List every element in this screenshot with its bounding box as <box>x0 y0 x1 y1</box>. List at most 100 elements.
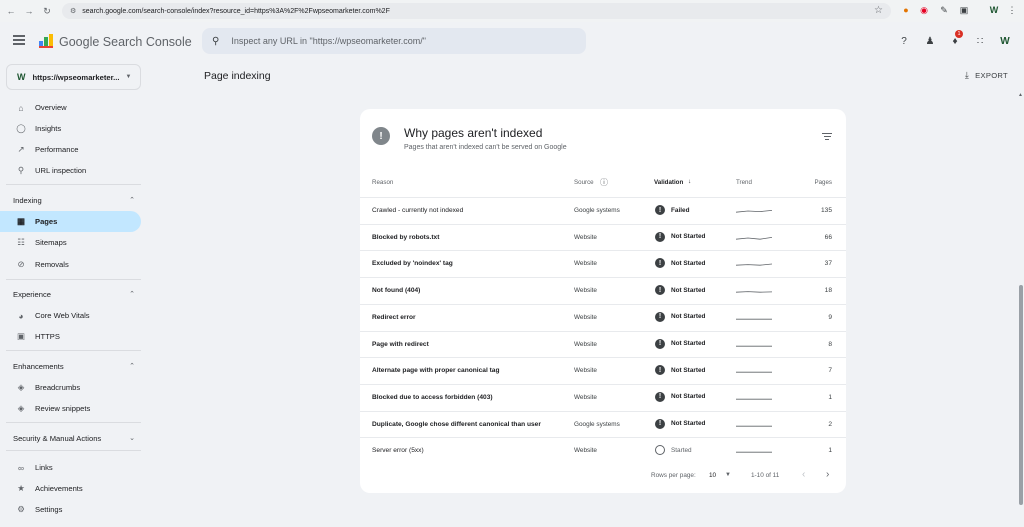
column-reason[interactable]: Reason <box>372 179 393 186</box>
browser-menu-icon[interactable]: ⋮ <box>1006 4 1018 16</box>
status-alert-icon: ! <box>655 338 665 349</box>
export-label: EXPORT <box>975 71 1008 80</box>
account-avatar[interactable]: W <box>998 34 1012 48</box>
sidebar-item-sitemaps[interactable]: ☷ Sitemaps <box>0 232 141 253</box>
section-title: Indexing <box>13 195 42 205</box>
source-cell: Website <box>574 260 597 268</box>
source-cell: Google systems <box>574 420 620 428</box>
clock-icon <box>655 445 665 456</box>
reason-cell: Blocked by robots.txt <box>372 233 440 241</box>
column-trend: Trend <box>736 179 752 186</box>
sidebar-item-settings[interactable]: ⚙ Settings <box>0 499 141 520</box>
notifications-icon[interactable]: ♦ 1 <box>948 30 963 48</box>
divider <box>6 350 141 351</box>
section-title: Experience <box>13 289 51 299</box>
menu-icon[interactable] <box>13 35 25 45</box>
chevron-down-icon[interactable]: ▼ <box>725 472 731 478</box>
url-inspect-search[interactable]: ⚲ Inspect any URL in "https://wpseomarke… <box>202 28 586 54</box>
extension-icon[interactable]: ● <box>900 4 912 16</box>
reason-cell: Crawled - currently not indexed <box>372 207 464 214</box>
reason-cell: Redirect error <box>372 313 416 321</box>
sidebar-item-performance[interactable]: ↗ Performance <box>0 139 141 160</box>
property-selector[interactable]: W https://wpseomarketer... ▼ <box>6 64 141 90</box>
pages-count: 2 <box>828 420 832 428</box>
table-row[interactable]: Page with redirect Website! Not Started 8 <box>360 330 846 358</box>
divider <box>6 184 141 185</box>
browser-toolbar: ← → ↻ ⚙ search.google.com/search-console… <box>0 0 1024 22</box>
profile-icon[interactable]: W <box>988 4 1000 16</box>
extensions-puzzle-icon[interactable]: ▣ <box>958 4 970 16</box>
trend-sparkline <box>736 236 772 240</box>
chevron-up-icon: ⌃ <box>129 197 135 204</box>
sidebar-item-insights[interactable]: ◯ Insights <box>0 118 141 139</box>
bookmark-star-icon[interactable]: ☆ <box>874 5 883 16</box>
export-button[interactable]: ⤓ EXPORT <box>965 70 1008 81</box>
rows-per-page-select[interactable]: 10 <box>709 472 716 479</box>
table-header: Reason Source ⓘ Validation ↓ Trend Pages <box>360 173 846 193</box>
help-icon[interactable]: ? <box>897 34 911 48</box>
apps-grid-icon[interactable]: ∷ <box>973 34 987 48</box>
table-row[interactable]: Duplicate, Google chose different canoni… <box>360 410 846 438</box>
help-circle-icon[interactable]: ⓘ <box>600 177 608 188</box>
site-info-icon[interactable]: ⚙ <box>70 7 76 15</box>
trend-sparkline <box>736 318 772 320</box>
validation-status: Started <box>671 446 692 454</box>
validation-status: Not Started <box>671 286 706 294</box>
back-icon[interactable]: ← <box>4 4 18 18</box>
sidebar-item-https[interactable]: ▣ HTTPS <box>0 326 141 347</box>
sidebar-item-label: Insights <box>35 124 62 133</box>
sidebar-item-removals[interactable]: ⊘ Removals <box>0 254 141 275</box>
trend-line <box>736 291 772 293</box>
sidebar-item-overview[interactable]: ⌂ Overview <box>0 97 141 118</box>
sidebar-item-review-snippets[interactable]: ◈ Review snippets <box>0 398 141 419</box>
table-row[interactable]: Not found (404) Website! Not Started 18 <box>360 277 846 304</box>
table-row[interactable]: Crawled - currently not indexed Google sy… <box>360 197 846 224</box>
reason-cell: Page with redirect <box>372 340 429 348</box>
scrollbar-thumb[interactable] <box>1019 285 1023 505</box>
pen-icon[interactable]: ✎ <box>938 4 950 16</box>
table-row[interactable]: Excluded by 'noindex' tag Website! Not Sta… <box>360 250 846 277</box>
sort-arrow-icon[interactable]: ↓ <box>688 178 691 185</box>
table-row[interactable]: Blocked due to access forbidden (403) Web… <box>360 383 846 411</box>
filter-icon[interactable] <box>822 133 832 141</box>
previous-page-icon[interactable]: ‹ <box>802 469 805 480</box>
table-row[interactable]: Blocked by robots.txt Website! Not Started… <box>360 223 846 251</box>
pinterest-icon[interactable]: ◉ <box>918 4 930 16</box>
manage-users-icon[interactable]: ♟ <box>923 34 937 48</box>
card-subtitle: Pages that aren't indexed can't be serve… <box>404 144 567 151</box>
sidebar-item-url-inspection[interactable]: ⚲ URL inspection <box>0 160 141 181</box>
sidebar-item-core-web-vitals[interactable]: ◕ Core Web Vitals <box>0 305 141 326</box>
source-cell: Website <box>574 287 597 295</box>
rows-per-page-label: Rows per page: <box>651 472 696 479</box>
section-experience[interactable]: Experience ⌃ <box>0 285 141 303</box>
section-enhancements[interactable]: Enhancements ⌃ <box>0 357 141 375</box>
validation-cell: Started <box>655 445 692 456</box>
status-alert-icon: ! <box>655 258 665 269</box>
sidebar-item-links[interactable]: ∞ Links <box>0 457 141 478</box>
sidebar-item-pages[interactable]: ▦ Pages <box>0 211 141 232</box>
scroll-up-icon[interactable]: ▲ <box>1018 92 1023 98</box>
forward-icon[interactable]: → <box>22 4 36 18</box>
section-security[interactable]: Security & Manual Actions ⌄ <box>0 429 141 447</box>
column-validation[interactable]: Validation <box>654 179 683 186</box>
column-source[interactable]: Source <box>574 179 594 186</box>
trend-sparkline <box>736 291 772 293</box>
reload-icon[interactable]: ↻ <box>40 4 54 18</box>
pages-count: 9 <box>828 313 832 321</box>
source-cell: Website <box>574 447 597 455</box>
table-row[interactable]: Alternate page with proper canonical tag… <box>360 357 846 384</box>
next-page-icon[interactable]: › <box>826 469 829 480</box>
sidebar-item-achievements[interactable]: ★ Achievements <box>0 478 141 499</box>
table-row[interactable]: Server error (5xx) Website Started 1 <box>360 437 846 464</box>
search-console-logo <box>39 34 53 48</box>
table-row[interactable]: Redirect error Website! Not Started 9 <box>360 303 846 331</box>
page-title: Page indexing <box>204 70 271 82</box>
search-input[interactable]: Inspect any URL in "https://wpseomarkete… <box>231 36 426 46</box>
section-indexing[interactable]: Indexing ⌃ <box>0 191 141 209</box>
sidebar-item-label: Breadcrumbs <box>35 383 81 392</box>
column-pages[interactable]: Pages <box>814 179 832 186</box>
info-icon: ! <box>372 127 390 145</box>
reason-cell: Server error (5xx) <box>372 447 424 455</box>
address-bar[interactable]: ⚙ search.google.com/search-console/index… <box>62 3 891 19</box>
sidebar-item-breadcrumbs[interactable]: ◈ Breadcrumbs <box>0 377 141 398</box>
